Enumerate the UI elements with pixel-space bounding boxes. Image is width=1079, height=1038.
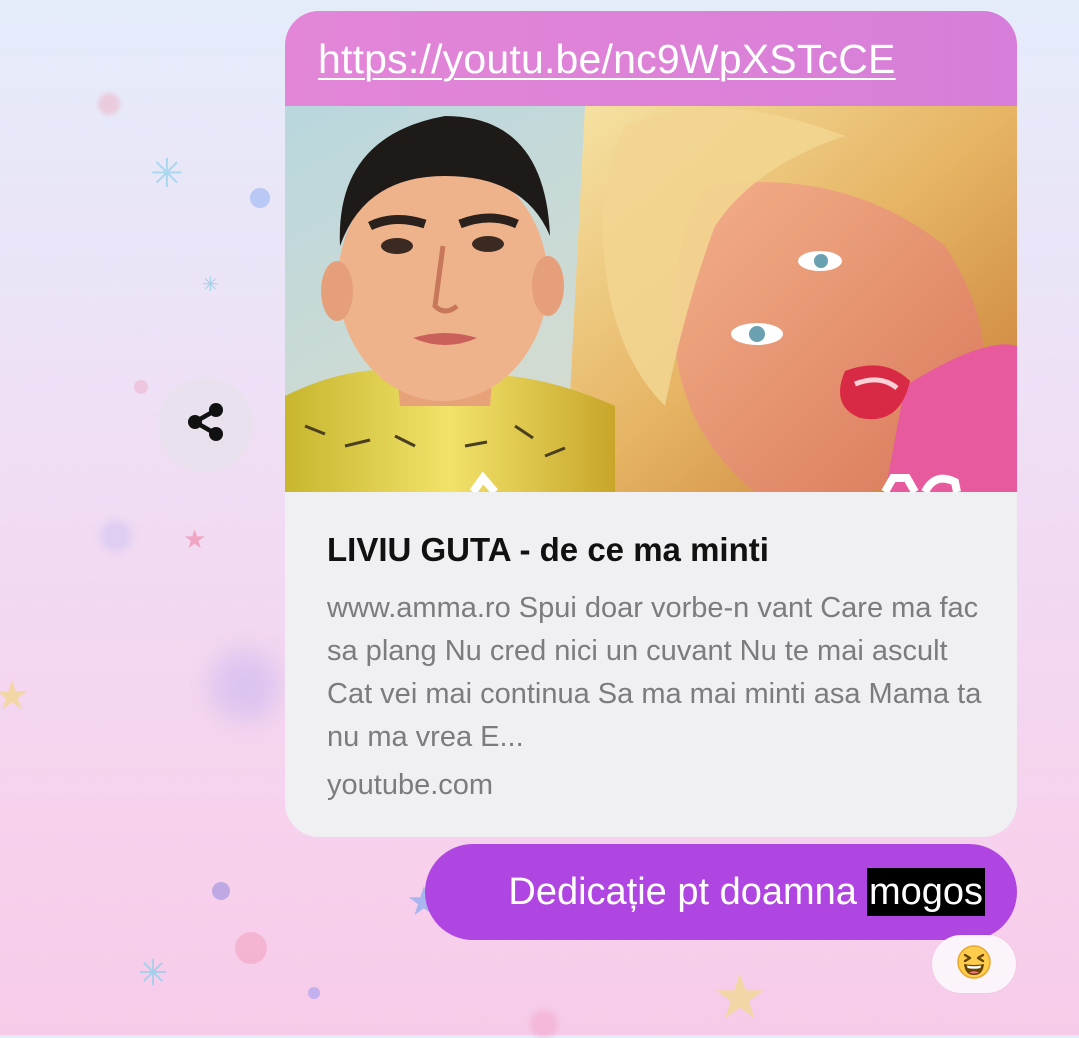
share-icon bbox=[185, 401, 227, 448]
video-thumbnail[interactable] bbox=[285, 106, 1017, 492]
message-reaction[interactable] bbox=[932, 935, 1016, 993]
link-domain: youtube.com bbox=[327, 769, 494, 801]
message-highlighted-word: mogos bbox=[866, 868, 985, 916]
bg-sparkle bbox=[212, 882, 230, 900]
link-description: www.amma.ro Spui doar vorbe-n vant Care … bbox=[327, 592, 982, 753]
share-button[interactable] bbox=[158, 377, 253, 472]
bg-star-icon: ✳ bbox=[150, 151, 184, 197]
bg-sparkle bbox=[530, 1010, 558, 1038]
link-title: LIVIU GUTA - de ce ma minti bbox=[327, 531, 769, 568]
bg-sparkle bbox=[235, 932, 267, 964]
bg-sparkle bbox=[134, 380, 148, 394]
message-text-container: Dedicație pt doamna mogos bbox=[508, 868, 985, 916]
bg-glow bbox=[210, 650, 280, 720]
bg-sparkle bbox=[100, 520, 132, 552]
link-preview-card[interactable]: https://youtu.be/nc9WpXSTcCE LIVIU GUTA … bbox=[285, 11, 1017, 837]
bg-star-icon: ✳ bbox=[202, 272, 219, 296]
bg-sparkle bbox=[308, 987, 320, 999]
laughing-emoji-icon bbox=[956, 944, 992, 985]
sent-message-bubble[interactable]: Dedicație pt doamna mogos bbox=[425, 844, 1017, 940]
bg-star-icon: ✳ bbox=[138, 953, 169, 994]
message-text: Dedicație pt doamna bbox=[508, 870, 857, 913]
bg-sparkle bbox=[98, 93, 120, 115]
link-url-bar: https://youtu.be/nc9WpXSTcCE bbox=[285, 11, 1017, 106]
link-url[interactable]: https://youtu.be/nc9WpXSTcCE bbox=[318, 36, 896, 83]
bg-star-icon: ★ bbox=[712, 960, 768, 1033]
bg-star-icon: ★ bbox=[183, 525, 207, 555]
bg-sparkle bbox=[250, 188, 270, 208]
bg-star-icon: ★ bbox=[0, 673, 30, 719]
